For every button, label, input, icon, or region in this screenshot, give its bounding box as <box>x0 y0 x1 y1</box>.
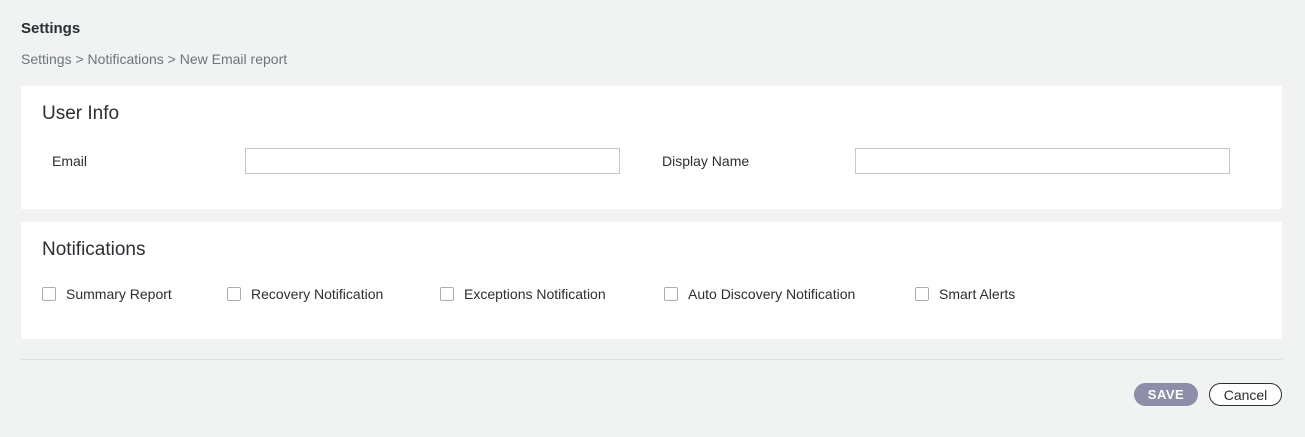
divider <box>21 359 1282 360</box>
display-name-label: Display Name <box>662 153 750 169</box>
smart-alerts-label: Smart Alerts <box>939 286 1016 302</box>
email-label: Email <box>52 153 88 169</box>
cancel-button[interactable]: Cancel <box>1209 383 1282 406</box>
email-field[interactable] <box>245 148 620 174</box>
exceptions-notification-option[interactable]: Exceptions Notification <box>440 286 606 302</box>
summary-report-option[interactable]: Summary Report <box>42 286 172 302</box>
recovery-notification-checkbox[interactable] <box>227 287 241 301</box>
auto-discovery-notification-checkbox[interactable] <box>664 287 678 301</box>
recovery-notification-label: Recovery Notification <box>251 286 384 302</box>
smart-alerts-checkbox[interactable] <box>915 287 929 301</box>
page-title: Settings <box>21 20 81 37</box>
exceptions-notification-checkbox[interactable] <box>440 287 454 301</box>
display-name-field[interactable] <box>855 148 1230 174</box>
user-info-card: User Info Email Display Name <box>21 86 1282 209</box>
auto-discovery-notification-label: Auto Discovery Notification <box>688 286 856 302</box>
user-info-title: User Info <box>42 103 120 124</box>
summary-report-checkbox[interactable] <box>42 287 56 301</box>
recovery-notification-option[interactable]: Recovery Notification <box>227 286 383 302</box>
exceptions-notification-label: Exceptions Notification <box>464 286 606 302</box>
notifications-title: Notifications <box>42 239 146 260</box>
summary-report-label: Summary Report <box>66 286 172 302</box>
breadcrumb: Settings > Notifications > New Email rep… <box>21 51 288 67</box>
auto-discovery-notification-option[interactable]: Auto Discovery Notification <box>664 286 855 302</box>
smart-alerts-option[interactable]: Smart Alerts <box>915 286 1015 302</box>
save-button[interactable]: SAVE <box>1134 383 1198 406</box>
notifications-card: Notifications Summary Report Recovery No… <box>21 222 1282 339</box>
